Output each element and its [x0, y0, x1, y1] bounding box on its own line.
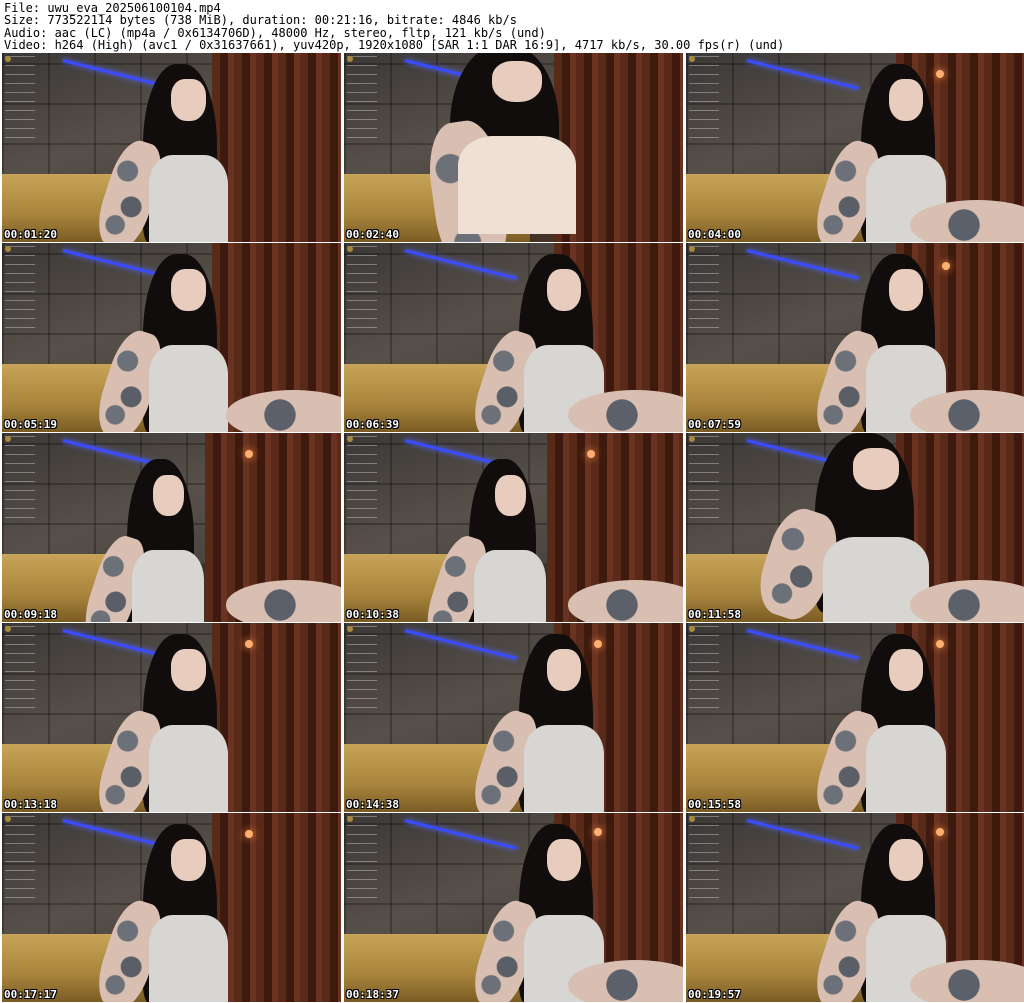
video-frame-thumbnail: 00:05:19	[2, 243, 341, 432]
video-frame-thumbnail: 00:01:20	[2, 53, 341, 242]
stream-overlay-icon	[689, 626, 719, 716]
stream-overlay-icon	[689, 816, 719, 906]
video-info-line: Video: h264 (High) (avc1 / 0x31637661), …	[4, 38, 785, 53]
stream-overlay-icon	[347, 436, 377, 526]
video-frame-thumbnail: 00:06:39	[344, 243, 683, 432]
stream-overlay-icon	[5, 436, 35, 526]
video-frame-thumbnail: 00:18:37	[344, 813, 683, 1002]
stream-overlay-icon	[347, 816, 377, 906]
frame-timestamp: 00:13:18	[4, 798, 57, 811]
frame-timestamp: 00:18:37	[346, 988, 399, 1001]
video-frame-thumbnail: 00:04:00	[686, 53, 1024, 242]
frame-timestamp: 00:09:18	[4, 608, 57, 621]
video-frame-thumbnail: 00:17:17	[2, 813, 341, 1002]
stream-overlay-icon	[5, 626, 35, 716]
frame-timestamp: 00:17:17	[4, 988, 57, 1001]
video-frame-thumbnail: 00:02:40	[344, 53, 683, 242]
video-frame-thumbnail: 00:07:59	[686, 243, 1024, 432]
stream-overlay-icon	[5, 246, 35, 336]
frame-timestamp: 00:01:20	[4, 228, 57, 241]
frame-timestamp: 00:11:58	[688, 608, 741, 621]
video-frame-thumbnail: 00:10:38	[344, 433, 683, 622]
frame-timestamp: 00:10:38	[346, 608, 399, 621]
file-size-line: Size: 773522114 bytes (738 MiB), duratio…	[4, 13, 517, 28]
stream-overlay-icon	[689, 436, 719, 526]
video-frame-thumbnail: 00:13:18	[2, 623, 341, 812]
stream-overlay-icon	[689, 56, 719, 146]
file-info-header: File: uwu_eva_202506100104.mp4 Size: 773…	[0, 0, 1024, 52]
video-frame-thumbnail: 00:15:58	[686, 623, 1024, 812]
thumbnail-grid: 00:01:20 00:02:40 00:04:00 00:05:19 00:0…	[0, 53, 1024, 1003]
frame-timestamp: 00:15:58	[688, 798, 741, 811]
frame-timestamp: 00:19:57	[688, 988, 741, 1001]
stream-overlay-icon	[347, 626, 377, 716]
video-frame-thumbnail: 00:19:57	[686, 813, 1024, 1002]
stream-overlay-icon	[5, 816, 35, 906]
frame-timestamp: 00:14:38	[346, 798, 399, 811]
video-frame-thumbnail: 00:14:38	[344, 623, 683, 812]
frame-timestamp: 00:02:40	[346, 228, 399, 241]
video-frame-thumbnail: 00:09:18	[2, 433, 341, 622]
stream-overlay-icon	[5, 56, 35, 146]
frame-timestamp: 00:06:39	[346, 418, 399, 431]
stream-overlay-icon	[347, 56, 377, 146]
frame-timestamp: 00:04:00	[688, 228, 741, 241]
video-frame-thumbnail: 00:11:58	[686, 433, 1024, 622]
stream-overlay-icon	[689, 246, 719, 336]
frame-timestamp: 00:07:59	[688, 418, 741, 431]
stream-overlay-icon	[347, 246, 377, 336]
frame-timestamp: 00:05:19	[4, 418, 57, 431]
